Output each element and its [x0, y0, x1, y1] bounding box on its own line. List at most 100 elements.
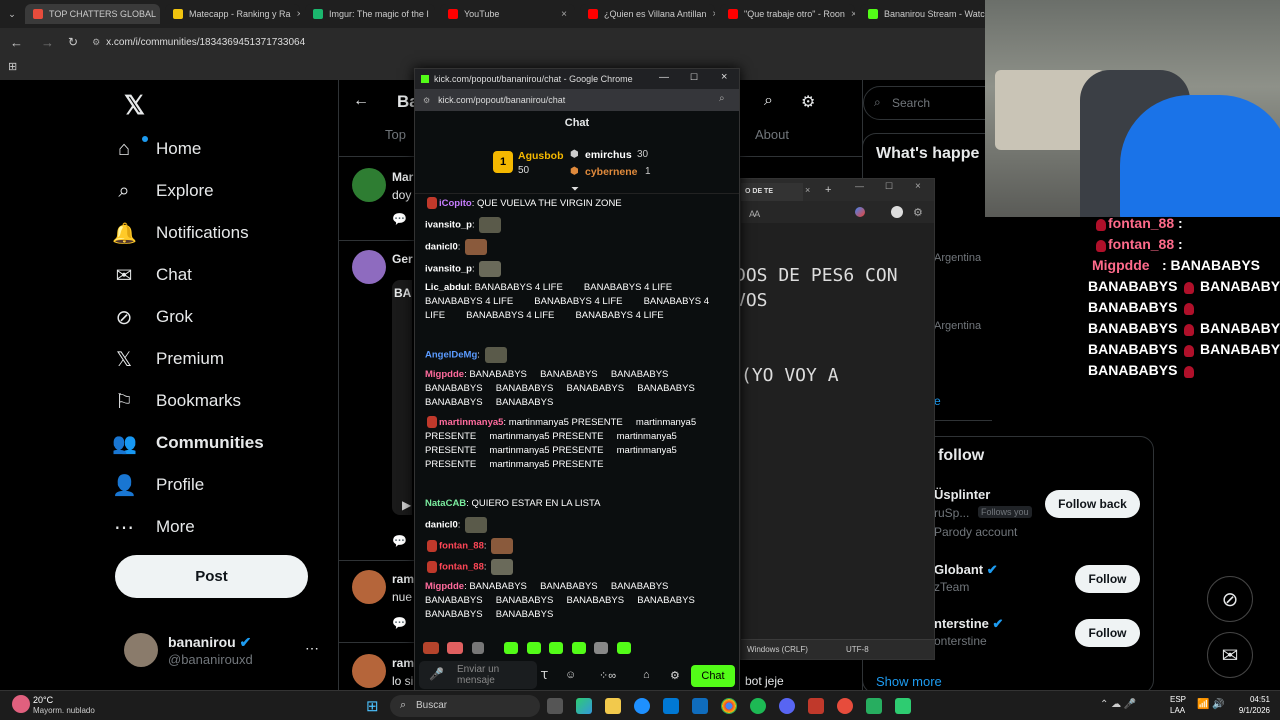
chat-username[interactable]: fontan_88 — [439, 562, 484, 573]
app-icon[interactable] — [837, 698, 853, 714]
notepad-tab[interactable]: O DE TE — [741, 183, 803, 201]
text-format-icon[interactable]: Ꚍ — [541, 669, 548, 682]
tab-top[interactable]: Top — [385, 127, 406, 142]
close-icon[interactable]: × — [915, 181, 921, 192]
sidebar-item-more[interactable]: ⋯ More — [112, 506, 332, 548]
store-icon[interactable]: ⌂ — [643, 669, 650, 681]
account-name[interactable]: bananirou ✔ — [168, 634, 251, 651]
avatar[interactable] — [352, 570, 386, 604]
site-info-icon[interactable]: ⚙ — [423, 96, 430, 105]
chat-username[interactable]: Migpdde — [425, 581, 464, 592]
chat-message-input[interactable]: 🎤 Enviar un mensaje — [419, 661, 537, 689]
emote-icon[interactable] — [594, 641, 609, 654]
grok-floating-icon[interactable]: ⊘ — [1207, 576, 1253, 622]
back-icon[interactable]: ← — [10, 35, 23, 50]
language-indicator[interactable]: ESP — [1170, 695, 1186, 704]
zoom-icon[interactable]: ⌕ — [719, 93, 725, 104]
edge-icon[interactable] — [634, 698, 650, 714]
post-author[interactable]: ram — [392, 656, 414, 670]
play-icon[interactable]: ▶ — [402, 498, 411, 512]
url-text[interactable]: x.com/i/communities/1834369451371733064 — [106, 37, 305, 48]
reply-icon[interactable]: 💬 — [392, 616, 407, 630]
post-video[interactable] — [392, 280, 412, 515]
close-tab-icon[interactable]: × — [561, 9, 567, 20]
gear-icon[interactable]: ⚙ — [913, 206, 923, 219]
x-logo-icon[interactable]: 𝕏 — [124, 90, 145, 121]
chat-username[interactable]: fontan_88 — [439, 541, 484, 552]
chat-username[interactable]: danicl0 — [425, 520, 458, 531]
browser-tab[interactable]: Bananirou Stream - Watc× — [860, 4, 985, 24]
browser-tab[interactable]: ¿Quien es Villana Antillan × — [580, 4, 715, 24]
sidebar-item-communities[interactable]: 👥 Communities — [112, 422, 332, 464]
app-icon[interactable] — [866, 698, 882, 714]
back-arrow-icon[interactable]: ← — [353, 92, 369, 110]
follow-button[interactable]: Follow — [1075, 565, 1140, 593]
sidebar-item-bookmarks[interactable]: ⚐ Bookmarks — [112, 380, 332, 422]
maximize-icon[interactable]: ☐ — [690, 72, 698, 83]
chat-username[interactable]: Lic_abdul — [425, 282, 469, 293]
app-icon[interactable] — [808, 698, 824, 714]
users-icon[interactable]: ⁘∞ — [599, 669, 616, 682]
chat-username[interactable]: ivansito_p — [425, 264, 472, 275]
network-volume-icons[interactable]: 📶 🔊 — [1197, 699, 1225, 710]
tab-search-dropdown-icon[interactable]: ⌄ — [4, 4, 20, 24]
sidebar-item-home[interactable]: ⌂ Home — [112, 128, 332, 170]
browser-tab[interactable]: "Que trabaje otro" - Roon × — [720, 4, 855, 24]
chat-username[interactable]: danicl0 — [425, 242, 458, 253]
chat-username[interactable]: ivansito_p — [425, 220, 472, 231]
avatar[interactable] — [124, 633, 158, 667]
file-explorer-icon[interactable] — [605, 698, 621, 714]
follow-back-button[interactable]: Follow back — [1045, 490, 1140, 518]
post-author[interactable]: Mar — [392, 170, 413, 184]
copilot-icon[interactable] — [855, 207, 865, 217]
new-tab-icon[interactable]: + — [825, 184, 831, 196]
microphone-icon[interactable]: 🎤 — [429, 667, 444, 681]
sidebar-item-grok[interactable]: ⊘ Grok — [112, 296, 332, 338]
chat-username[interactable]: iCopito — [439, 198, 472, 209]
browser-tab[interactable]: YouTube × — [440, 4, 575, 24]
close-tab-icon[interactable]: × — [297, 9, 300, 20]
emote-icon[interactable] — [571, 641, 586, 654]
close-icon[interactable]: × — [721, 71, 727, 83]
tray-icons[interactable]: ⌃ ☁ 🎤 — [1100, 699, 1136, 710]
site-info-icon[interactable]: ⚙ — [92, 37, 100, 48]
emote-icon[interactable] — [549, 641, 564, 654]
show-more-link[interactable]: e — [934, 394, 941, 408]
task-view-icon[interactable] — [547, 698, 563, 714]
browser-tab[interactable]: Matecapp - Ranking y Ra × — [165, 4, 300, 24]
gear-icon[interactable]: ⚙ — [670, 669, 680, 682]
weather-icon[interactable] — [12, 695, 30, 713]
search-input[interactable]: ⌕ Search — [863, 86, 1003, 120]
emote-icon[interactable] — [526, 641, 541, 654]
maximize-icon[interactable]: ☐ — [885, 181, 893, 192]
discord-icon[interactable] — [779, 698, 795, 714]
app-icon[interactable] — [895, 698, 911, 714]
sidebar-item-chat[interactable]: ✉ Chat — [112, 254, 332, 296]
chrome-icon[interactable] — [721, 698, 737, 714]
reload-icon[interactable]: ↻ — [68, 35, 78, 49]
reply-icon[interactable]: 💬 — [392, 534, 407, 548]
weather-temp[interactable]: 20°C — [33, 695, 53, 705]
clock-time[interactable]: 04:51 — [1232, 695, 1270, 704]
emoji-icon[interactable]: ☺ — [565, 669, 576, 681]
reply-icon[interactable]: 💬 — [392, 212, 407, 226]
emote-icon[interactable] — [471, 641, 484, 654]
emote-icon[interactable] — [616, 641, 631, 654]
chat-username[interactable]: NataCAB — [425, 498, 466, 509]
emote-icon[interactable] — [423, 641, 439, 654]
chat-url[interactable]: kick.com/popout/bananirou/chat — [438, 95, 565, 105]
format-icon[interactable]: Ꜳ — [749, 209, 760, 220]
post-author[interactable]: ram — [392, 572, 414, 586]
windows-start-icon[interactable]: ⊞ — [366, 697, 379, 715]
search-icon[interactable]: ⌕ — [764, 92, 773, 110]
post-author[interactable]: Ger — [392, 252, 413, 266]
store-icon[interactable] — [663, 698, 679, 714]
leaderboard-third-name[interactable]: cybernene — [585, 166, 638, 178]
emote-icon[interactable] — [504, 641, 519, 654]
close-tab-icon[interactable]: × — [712, 9, 715, 20]
messages-floating-icon[interactable]: ✉ — [1207, 632, 1253, 678]
follow-button[interactable]: Follow — [1075, 619, 1140, 647]
leaderboard-second-name[interactable]: emirchus — [585, 149, 632, 161]
outlook-icon[interactable] — [692, 698, 708, 714]
sidebar-item-explore[interactable]: ⌕ Explore — [112, 170, 332, 212]
